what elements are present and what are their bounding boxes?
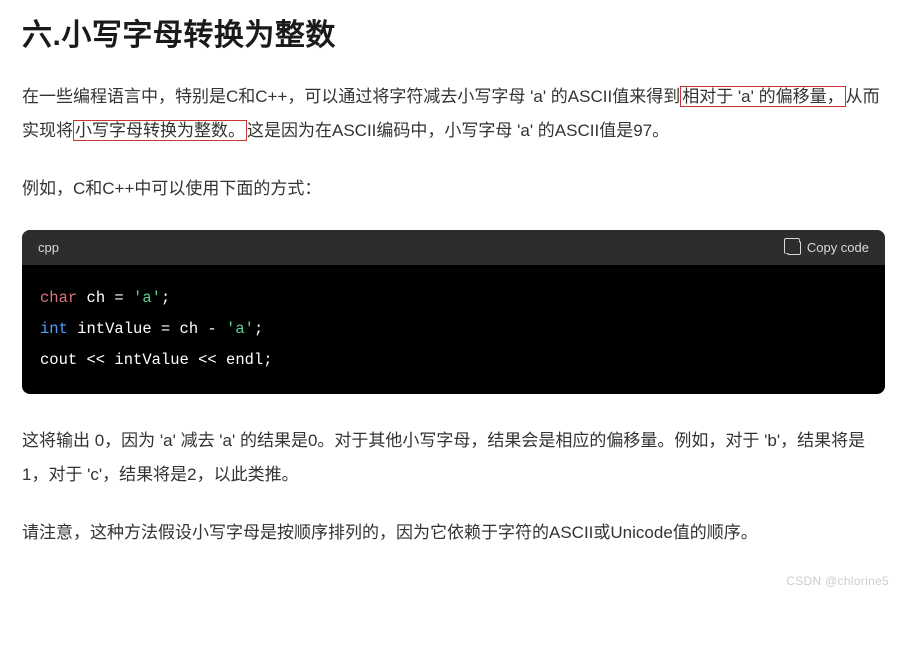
code-token: ; — [254, 320, 263, 338]
highlighted-text-convert: 小写字母转换为整数。 — [73, 120, 247, 141]
code-token-string: 'a' — [226, 320, 254, 338]
paragraph-note: 请注意，这种方法假设小写字母是按顺序排列的，因为它依赖于字符的ASCII或Uni… — [22, 516, 885, 550]
code-token-type: int — [40, 320, 68, 338]
paragraph-output: 这将输出 0，因为 'a' 减去 'a' 的结果是0。对于其他小写字母，结果会是… — [22, 424, 885, 492]
copy-code-button[interactable]: Copy code — [787, 240, 869, 255]
code-block: cpp Copy code char ch = 'a'; int intValu… — [22, 230, 885, 394]
code-line: char ch = 'a'; — [40, 283, 867, 314]
highlighted-text-offset: 相对于 'a' 的偏移量， — [680, 86, 845, 107]
section-heading: 六.小写字母转换为整数 — [22, 10, 885, 54]
text-fragment: 在一些编程语言中，特别是C和C++，可以通过将字符减去小写字母 'a' 的ASC… — [22, 87, 680, 106]
paragraph-intro: 在一些编程语言中，特别是C和C++，可以通过将字符减去小写字母 'a' 的ASC… — [22, 80, 885, 148]
watermark-text: CSDN @chlorine5 — [786, 574, 889, 588]
code-token: cout << intValue << endl; — [40, 351, 273, 369]
code-token: ; — [161, 289, 170, 307]
copy-code-label: Copy code — [807, 240, 869, 255]
code-body: char ch = 'a'; int intValue = ch - 'a'; … — [22, 265, 885, 394]
code-token: ch = — [77, 289, 133, 307]
text-fragment: 这是因为在ASCII编码中，小写字母 'a' 的ASCII值是97。 — [247, 121, 669, 140]
paragraph-example-lead: 例如，C和C++中可以使用下面的方式： — [22, 172, 885, 206]
clipboard-icon — [787, 241, 801, 255]
code-header: cpp Copy code — [22, 230, 885, 265]
code-line: cout << intValue << endl; — [40, 345, 867, 376]
code-token: intValue = ch - — [68, 320, 226, 338]
code-token-string: 'a' — [133, 289, 161, 307]
code-line: int intValue = ch - 'a'; — [40, 314, 867, 345]
code-token-keyword: char — [40, 289, 77, 307]
code-language-label: cpp — [38, 240, 59, 255]
